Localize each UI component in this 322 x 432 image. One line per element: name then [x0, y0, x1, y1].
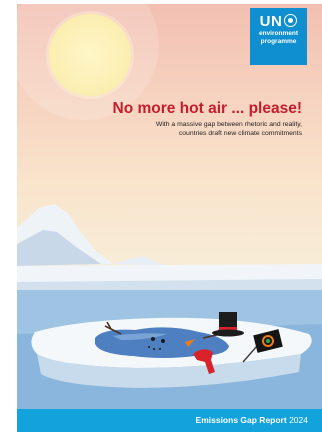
iceberg-small	[113, 256, 167, 266]
top-hat-brim	[212, 329, 244, 337]
snowman-mouth-dot-2	[153, 348, 155, 350]
snowman-mouth-dot-3	[159, 348, 161, 350]
cover-subtitle: With a massive gap between rhetoric and …	[102, 121, 302, 138]
report-year: 2024	[289, 415, 308, 425]
report-title-bar: Emissions Gap Report 2024	[17, 409, 322, 432]
subtitle-line-1: With a massive gap between rhetoric and …	[155, 121, 302, 128]
logo-wordmark: UN	[250, 14, 307, 30]
logo-line-environment: environment	[258, 30, 298, 37]
subtitle-line-2: countries draft new climate commitments	[178, 129, 302, 137]
cover-artwork: UN environment programme No more hot air…	[17, 4, 322, 432]
cover-headline: No more hot air ... please!	[112, 100, 303, 117]
unep-logo: UN environment programme	[250, 8, 307, 65]
report-name: Emissions Gap Report	[195, 415, 287, 425]
sign-emblem-inner-icon	[265, 338, 271, 344]
snowman-eye-right	[161, 339, 165, 343]
snowman-mouth-dot-1	[148, 346, 150, 348]
snowman-eye-left	[151, 337, 155, 341]
un-emblem-icon	[284, 14, 298, 27]
sun-icon	[49, 14, 131, 96]
logo-line-programme: programme	[260, 37, 297, 45]
report-title: Emissions Gap Report 2024	[196, 415, 308, 425]
logo-un-text: UN	[259, 13, 283, 30]
report-cover-page: UN environment programme No more hot air…	[0, 0, 322, 432]
melting-snowman-illustration	[17, 204, 322, 409]
